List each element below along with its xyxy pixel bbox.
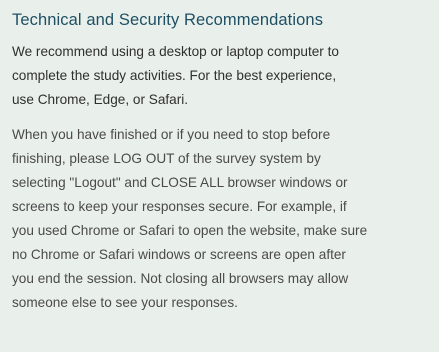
panel-title: Technical and Security Recommendations xyxy=(12,11,324,29)
logout-instructions-text: When you have finished or if you need to… xyxy=(12,127,368,310)
recommendations-panel: Technical and Security Recommendations W… xyxy=(0,0,439,352)
device-recommendation-text: We recommend using a desktop or laptop c… xyxy=(12,44,339,107)
